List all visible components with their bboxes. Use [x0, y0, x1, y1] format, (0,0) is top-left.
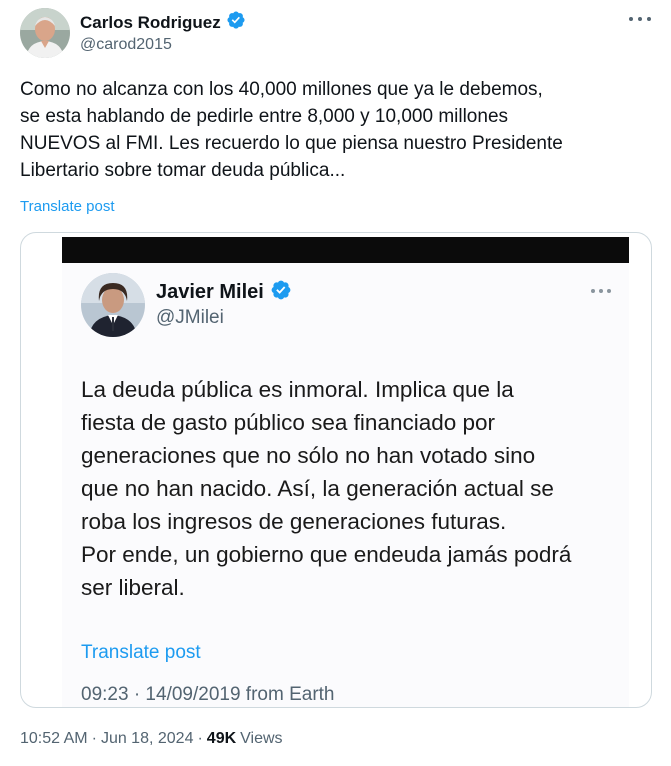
tweet: Carlos Rodriguez @carod2015 Como no alca… — [0, 0, 671, 766]
embedded-author-handle: @JMilei — [156, 307, 224, 328]
author-avatar[interactable] — [20, 8, 70, 58]
embedded-line: fiesta de gasto público sea financiado p… — [81, 410, 496, 435]
post-text: Como no alcanza con los 40,000 millones … — [20, 76, 650, 184]
more-icon[interactable] — [629, 10, 651, 28]
post-footer: 10:52 AM · Jun 18, 2024 · 49K Views — [20, 730, 283, 748]
separator-dot: · — [197, 730, 203, 747]
views-count: 49K — [206, 730, 237, 747]
author-handle[interactable]: @carod2015 — [80, 36, 172, 54]
author-name[interactable]: Carlos Rodriguez — [80, 13, 221, 33]
embedded-verified-badge-icon — [270, 279, 292, 306]
embedded-post-text: La deuda pública es inmoral. Implica que… — [81, 373, 571, 604]
author-name-row: Carlos Rodriguez — [80, 10, 246, 35]
embedded-screenshot: Javier Milei @JMilei La deuda pública es… — [62, 237, 629, 707]
verified-badge-icon — [226, 10, 246, 35]
screenshot-top-bar — [62, 237, 629, 263]
embedded-line: que no han nacido. Así, la generación ac… — [81, 476, 554, 501]
post-line: se esta hablando de pedirle entre 8,000 … — [20, 106, 509, 127]
post-line: Libertario sobre tomar deuda pública... — [20, 160, 346, 181]
embedded-line: roba los ingresos de generaciones futura… — [81, 509, 507, 534]
embedded-author-name: Javier Milei — [156, 281, 264, 303]
post-media[interactable]: Javier Milei @JMilei La deuda pública es… — [20, 232, 652, 708]
embedded-meta: 09:23 · 14/09/2019 from Earth — [81, 684, 335, 705]
embedded-line: Por ende, un gobierno que endeuda jamás … — [81, 542, 572, 567]
embedded-avatar — [81, 273, 145, 337]
separator-dot: · — [91, 730, 97, 747]
post-date[interactable]: Jun 18, 2024 — [101, 730, 194, 748]
embedded-translate-label: Translate post — [81, 642, 201, 663]
views-label: Views — [240, 730, 283, 747]
embedded-name-row: Javier Milei — [156, 279, 292, 306]
post-line: Como no alcanza con los 40,000 millones … — [20, 79, 543, 100]
post-time[interactable]: 10:52 AM — [20, 730, 88, 748]
embedded-line: generaciones que no sólo no han votado s… — [81, 443, 536, 468]
translate-post-link[interactable]: Translate post — [20, 198, 115, 215]
embedded-more-icon — [591, 289, 611, 295]
post-line: NUEVOS al FMI. Les recuerdo lo que piens… — [20, 133, 563, 154]
embedded-line: La deuda pública es inmoral. Implica que… — [81, 377, 514, 402]
embedded-line: ser liberal. — [81, 575, 185, 600]
